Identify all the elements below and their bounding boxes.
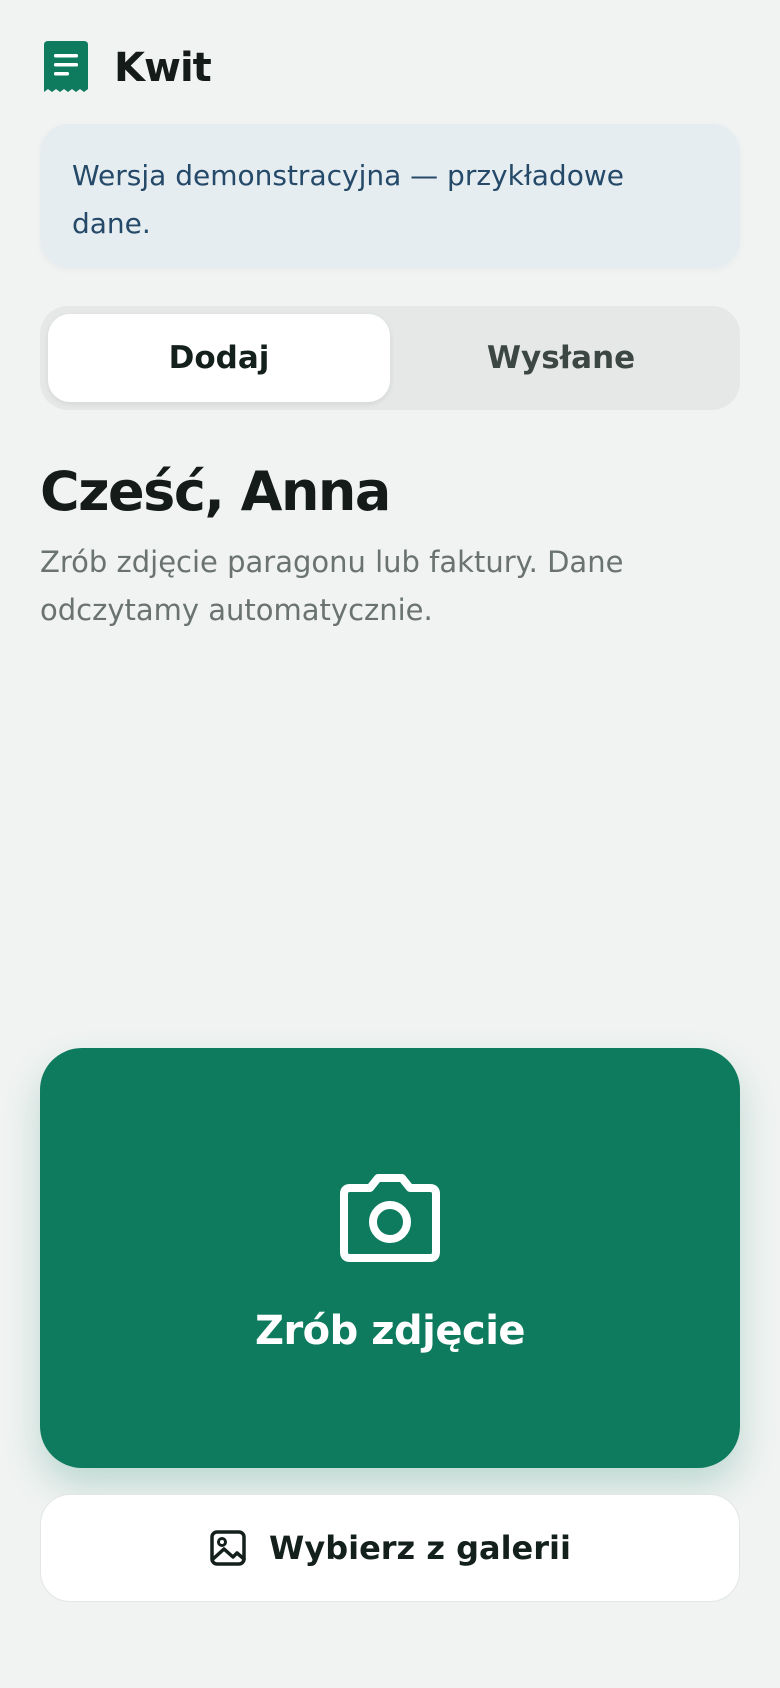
take-photo-label: Zrób zdjęcie: [254, 1308, 526, 1354]
choose-from-gallery-button[interactable]: Wybierz z galerii: [40, 1494, 740, 1602]
tab-sent[interactable]: Wysłane: [390, 314, 732, 402]
camera-icon: [340, 1174, 440, 1262]
app-screen: Kwit Wersja demonstracyjna — przykładowe…: [0, 0, 780, 1688]
tab-add[interactable]: Dodaj: [48, 314, 390, 402]
take-photo-button[interactable]: Zrób zdjęcie: [40, 1048, 740, 1468]
image-icon: [210, 1530, 246, 1566]
greeting-subtitle: Zrób zdjęcie paragonu lub faktury. Dane …: [40, 545, 624, 627]
greeting-title: Cześć, Anna: [40, 460, 391, 523]
tab-switcher: Dodaj Wysłane: [40, 306, 740, 410]
receipt-icon: [44, 41, 88, 92]
demo-banner: Wersja demonstracyjna — przykładowe dane…: [40, 124, 740, 268]
app-header: Kwit: [44, 40, 212, 96]
choose-from-gallery-label: Wybierz z galerii: [269, 1529, 571, 1567]
app-title: Kwit: [114, 45, 212, 91]
